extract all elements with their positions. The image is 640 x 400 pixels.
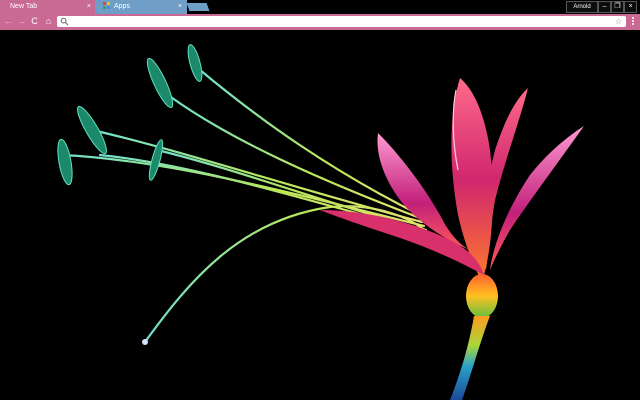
bookmark-star-icon[interactable]: ☆ [615, 16, 622, 27]
close-window-button[interactable]: × [624, 1, 637, 13]
profile-button[interactable]: Arnold [566, 1, 598, 13]
maximize-button[interactable]: ❐ [611, 1, 624, 13]
home-button[interactable]: ⌂ [43, 16, 54, 27]
menu-button[interactable] [630, 17, 636, 27]
tab-title: Apps [114, 3, 130, 10]
toolbar: ← → C ⌂ ☆ [0, 14, 640, 30]
tab-title: New Tab [10, 3, 38, 10]
close-tab-icon[interactable]: × [178, 0, 182, 14]
new-tab-background [0, 30, 640, 400]
address-input[interactable] [71, 16, 611, 27]
back-button[interactable]: ← [3, 16, 14, 27]
new-tab-button[interactable] [186, 3, 210, 11]
apps-grid-icon [103, 1, 110, 9]
address-bar[interactable]: ☆ [57, 16, 626, 27]
flower-image [57, 44, 584, 400]
tab-new-tab[interactable]: New Tab × [0, 0, 96, 14]
menu-dots-icon [632, 17, 634, 19]
minimize-button[interactable]: – [598, 1, 611, 13]
tab-strip: New Tab × Apps × Arnold – ❐ × [0, 0, 640, 14]
tab-apps[interactable]: Apps × [95, 0, 187, 14]
reload-button[interactable]: C [29, 16, 40, 27]
close-tab-icon[interactable]: × [87, 0, 91, 14]
search-icon [60, 17, 69, 26]
forward-button[interactable]: → [16, 16, 27, 27]
